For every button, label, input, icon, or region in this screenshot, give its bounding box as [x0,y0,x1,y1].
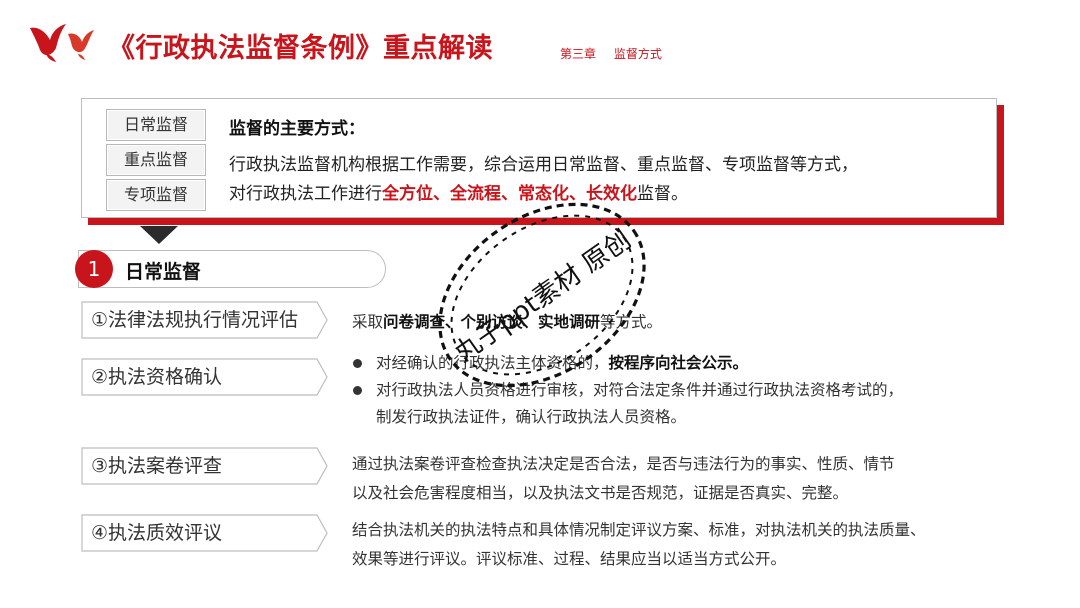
item-label-quality-evaluation: ④执法质效评议 [81,514,329,552]
desc-1-prefix: 采取 [352,313,384,331]
item-description-4: 结合执法机关的执法特点和具体情况制定评议方案、标准，对执法机关的执法质量、 效果… [352,516,926,574]
bullet-2-line-2: 制发行政执法证件，确认行政执法人员资格。 [376,408,687,426]
summary-line-2-suffix: 监督。 [637,184,688,204]
desc-4-line-2: 效果等进行评议。评议标准、过程、结果应当以适当方式公开。 [352,550,787,568]
item-label-text: ②执法资格确认 [91,366,223,388]
summary-line-1: 行政执法监督机构根据工作需要，综合运用日常监督、重点监督、专项监督等方式， [229,155,858,175]
tag-daily-supervision: 日常监督 [106,109,206,141]
page-title: 《行政执法监督条例》重点解读 [108,33,493,64]
summary-line-2-prefix: 对行政执法工作进行 [229,184,382,204]
summary-box: 日常监督 重点监督 专项监督 监督的主要方式： 行政执法监督机构根据工作需要，综… [81,98,997,218]
item-description-2: 对经确认的行政执法主体资格的，按程序向社会公示。 对行政执法人员资格进行审核，对… [352,350,903,431]
desc-4-line-1: 结合执法机关的执法特点和具体情况制定评议方案、标准，对执法机关的执法质量、 [352,521,926,539]
bird-logo-icon [30,24,94,62]
chapter-number: 第三章 [560,47,597,61]
summary-emphasis: 全方位、全流程、常态化、长效化 [382,184,637,204]
bullet-dot-icon [353,359,362,368]
summary-heading: 监督的主要方式： [229,119,365,139]
bullet-dot-icon [353,386,362,395]
item-label-text: ③执法案卷评查 [91,455,223,477]
bullet-1-text: 对经确认的行政执法主体资格的， [376,354,609,372]
tag-key-supervision: 重点监督 [106,144,206,176]
bullet-item: 对经确认的行政执法主体资格的，按程序向社会公示。 [352,350,903,377]
desc-3-line-2: 以及社会危害程度相当，以及执法文书是否规范，证据是否真实、完整。 [352,484,849,502]
item-label-case-review: ③执法案卷评查 [81,447,329,485]
section-title: 日常监督 [125,261,202,283]
item-label-qualification: ②执法资格确认 [81,358,329,396]
bullet-1-bold: 按程序向社会公示。 [608,354,749,372]
item-label-text: ④执法质效评议 [91,522,223,544]
watermark-text: 丸子ppt素材 原创 [450,225,637,369]
item-description-1: 采取问卷调查、个别访谈、实地调研等方式。 [352,310,662,332]
item-label-law-evaluation: ①法律法规执行情况评估 [81,301,329,339]
tag-special-supervision: 专项监督 [106,179,206,211]
item-description-3: 通过执法案卷评查检查执法决定是否合法，是否与违法行为的事实、性质、情节 以及社会… [352,450,895,508]
desc-1-bold: 问卷调查、个别访谈、实地调研 [383,313,601,331]
bullet-2-line-1: 对行政执法人员资格进行审核，对符合法定条件并通过行政执法资格考试的， [376,381,904,399]
desc-3-line-1: 通过执法案卷评查检查执法决定是否合法，是否与违法行为的事实、性质、情节 [352,455,895,473]
section-number-badge: 1 [75,250,113,288]
desc-1-suffix: 等方式。 [600,313,663,331]
summary-line-2: 对行政执法工作进行全方位、全流程、常态化、长效化监督。 [229,179,688,204]
chapter-name: 监督方式 [613,47,662,61]
down-pointer-icon [140,226,178,244]
chapter-subtitle: 第三章 监督方式 [560,45,662,62]
bullet-item: 对行政执法人员资格进行审核，对符合法定条件并通过行政执法资格考试的， [352,377,903,404]
item-label-text: ①法律法规执行情况评估 [91,309,299,331]
